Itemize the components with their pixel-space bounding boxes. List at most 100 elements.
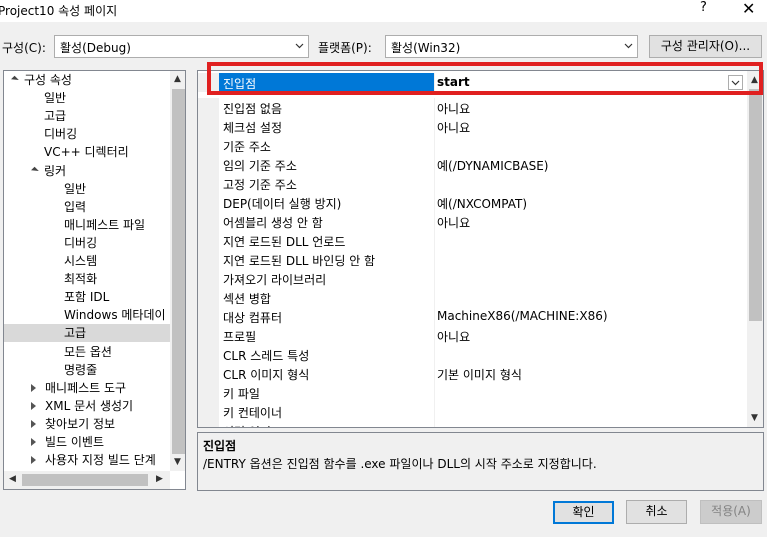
tree-item[interactable]: 명령줄 [64, 361, 97, 379]
tree-item[interactable]: 시스템 [64, 252, 97, 270]
property-row[interactable]: 기준 주소 [198, 136, 747, 155]
scroll-down-icon[interactable]: ▼ [174, 457, 181, 467]
tree-item-label: 포함 IDL [64, 290, 110, 305]
property-row[interactable]: 대상 컴퓨터 MachineX86(/MACHINE:X86) [198, 307, 747, 326]
property-row[interactable]: CLR 스레드 특성 [198, 345, 747, 364]
property-row[interactable]: 키 파일 [198, 383, 747, 402]
scroll-right-icon[interactable]: ▶ [156, 474, 163, 484]
tree-vertical-scrollbar[interactable]: ▲ ▼ [170, 71, 185, 471]
platform-dropdown[interactable]: 활성(Win32) [385, 35, 638, 58]
tree-item[interactable]: 고급 [44, 107, 66, 125]
property-row[interactable]: 가져오기 라이브러리 [198, 269, 747, 288]
property-row[interactable]: DEP(데이터 실행 방지) 예(/NXCOMPAT) [198, 193, 747, 212]
column-divider [434, 307, 435, 326]
tree-item-label: 디버깅 [44, 127, 78, 142]
expand-closed-icon[interactable] [31, 419, 36, 428]
tree-scroll-thumb[interactable] [172, 89, 185, 454]
tree-item[interactable]: 최적화 [64, 270, 97, 288]
expand-open-icon[interactable] [31, 166, 39, 174]
property-row[interactable]: 체크섬 설정 아니요 [198, 117, 747, 136]
help-button[interactable]: ? [700, 0, 714, 15]
row-gutter [198, 288, 219, 307]
property-name: 지연 로드된 DLL 언로드 [223, 235, 346, 249]
expand-open-icon[interactable] [11, 75, 19, 84]
tree-item[interactable]: VC++ 디렉터리 [44, 143, 129, 161]
tree-item[interactable]: 고급 [4, 324, 170, 343]
column-divider [434, 231, 435, 250]
tree-item[interactable]: 디버깅 [64, 234, 97, 252]
tree-item[interactable]: 일반 [44, 89, 66, 107]
property-name: CLR 스레드 특성 [223, 349, 310, 363]
property-grid[interactable]: 진입점 start 진입점 없음 아니요 체크섬 설정 아니요 기준 주소 임의 기준 주소 예… [197, 70, 764, 428]
property-row[interactable]: 진입점 없음 아니요 [198, 98, 747, 117]
tree-item-label: 매니페스트 도구 [45, 380, 127, 395]
tree-item-label: 시스템 [64, 254, 98, 268]
tree-item-label: 고급 [64, 326, 87, 341]
property-row[interactable]: 임의 기준 주소 예(/DYNAMICBASE) [198, 155, 747, 174]
highlight-box [207, 62, 763, 95]
tree-item-label: 사용자 지정 빌드 단계 [45, 453, 156, 468]
column-divider [434, 250, 435, 269]
row-gutter [198, 174, 219, 193]
property-value: MachineX86(/MACHINE:X86) [437, 309, 608, 323]
tree-item[interactable]: 사용자 지정 빌드 단계 [31, 451, 156, 469]
property-row[interactable]: 프로필 아니요 [198, 326, 747, 345]
description-text: /ENTRY 옵션은 진입점 함수를 .exe 파일이나 DLL의 시작 주소로… [203, 457, 597, 471]
tree-item[interactable]: 디버깅 [44, 125, 77, 143]
property-row[interactable]: 서명 연기 [198, 421, 747, 427]
chevron-down-icon [624, 43, 633, 49]
tree-item[interactable]: 입력 [64, 198, 86, 216]
row-gutter [198, 307, 219, 326]
property-row[interactable]: 지연 로드된 DLL 언로드 [198, 231, 747, 250]
column-divider [434, 364, 435, 383]
tree-item[interactable]: 매니페스트 파일 [64, 216, 145, 234]
expand-closed-icon[interactable] [31, 456, 36, 465]
property-row[interactable]: 키 컨테이너 [198, 402, 747, 421]
property-row[interactable]: CLR 이미지 형식 기본 이미지 형식 [198, 364, 747, 383]
expand-closed-icon[interactable] [31, 383, 36, 392]
tree-item[interactable]: 링커 [31, 162, 66, 180]
scroll-down-icon[interactable]: ▼ [751, 413, 758, 423]
tree-item[interactable]: 일반 [64, 180, 86, 198]
tree-item[interactable]: 구성 속성 [11, 71, 72, 89]
tree-item-label: 입력 [64, 199, 87, 214]
tree-item[interactable]: 찾아보기 정보 [31, 415, 115, 433]
scroll-up-icon[interactable]: ▲ [174, 74, 181, 84]
property-row[interactable]: 지연 로드된 DLL 바인딩 안 함 [198, 250, 747, 269]
row-gutter [198, 421, 219, 427]
tree-horizontal-scrollbar[interactable]: ◀ ▶ [4, 471, 170, 489]
tree-item[interactable]: 빌드 이벤트 [31, 433, 104, 451]
property-row[interactable]: 어셈블리 생성 안 함 아니요 [198, 212, 747, 231]
tree-item[interactable]: 매니페스트 도구 [31, 379, 126, 397]
expand-closed-icon[interactable] [31, 401, 36, 410]
column-divider [434, 269, 435, 288]
column-divider [434, 212, 435, 231]
column-divider [434, 174, 435, 193]
column-divider [434, 136, 435, 155]
config-manager-button[interactable]: 구성 관리자(O)... [649, 35, 762, 58]
property-name: 서명 연기 [223, 423, 271, 427]
grid-vertical-scrollbar[interactable]: ▲ ▼ [747, 71, 763, 427]
tree-item[interactable]: 모든 옵션 [64, 343, 112, 361]
category-tree[interactable]: 구성 속성 일반 고급 디버깅 VC++ 디렉터리 링커 일반 입력 매니페스트 파일 디버깅 시스… [3, 70, 186, 490]
scroll-left-icon[interactable]: ◀ [9, 474, 16, 484]
property-row[interactable]: 섹션 병합 [198, 288, 747, 307]
ok-button[interactable]: 확인 [553, 501, 614, 524]
cancel-button[interactable]: 취소 [626, 500, 687, 524]
tree-item[interactable]: XML 문서 생성기 [31, 397, 133, 415]
property-row[interactable]: 고정 기준 주소 [198, 174, 747, 193]
tree-item-label: 디버깅 [64, 235, 98, 250]
close-button[interactable]: ✕ [742, 0, 760, 18]
tree-item[interactable]: Windows 메타데이 [64, 306, 166, 324]
apply-button[interactable]: 적용(A) [700, 500, 762, 524]
tree-item[interactable]: 포함 IDL [64, 288, 109, 306]
config-dropdown[interactable]: 활성(Debug) [54, 35, 309, 58]
column-divider [434, 421, 435, 427]
grid-scroll-thumb[interactable] [749, 89, 762, 321]
row-gutter [198, 155, 219, 174]
property-name: 키 컨테이너 [223, 406, 283, 420]
expand-closed-icon[interactable] [31, 438, 36, 446]
column-divider [434, 193, 435, 212]
tree-item-label: VC++ 디렉터리 [44, 145, 129, 160]
tree-hscroll-thumb[interactable] [22, 474, 148, 486]
